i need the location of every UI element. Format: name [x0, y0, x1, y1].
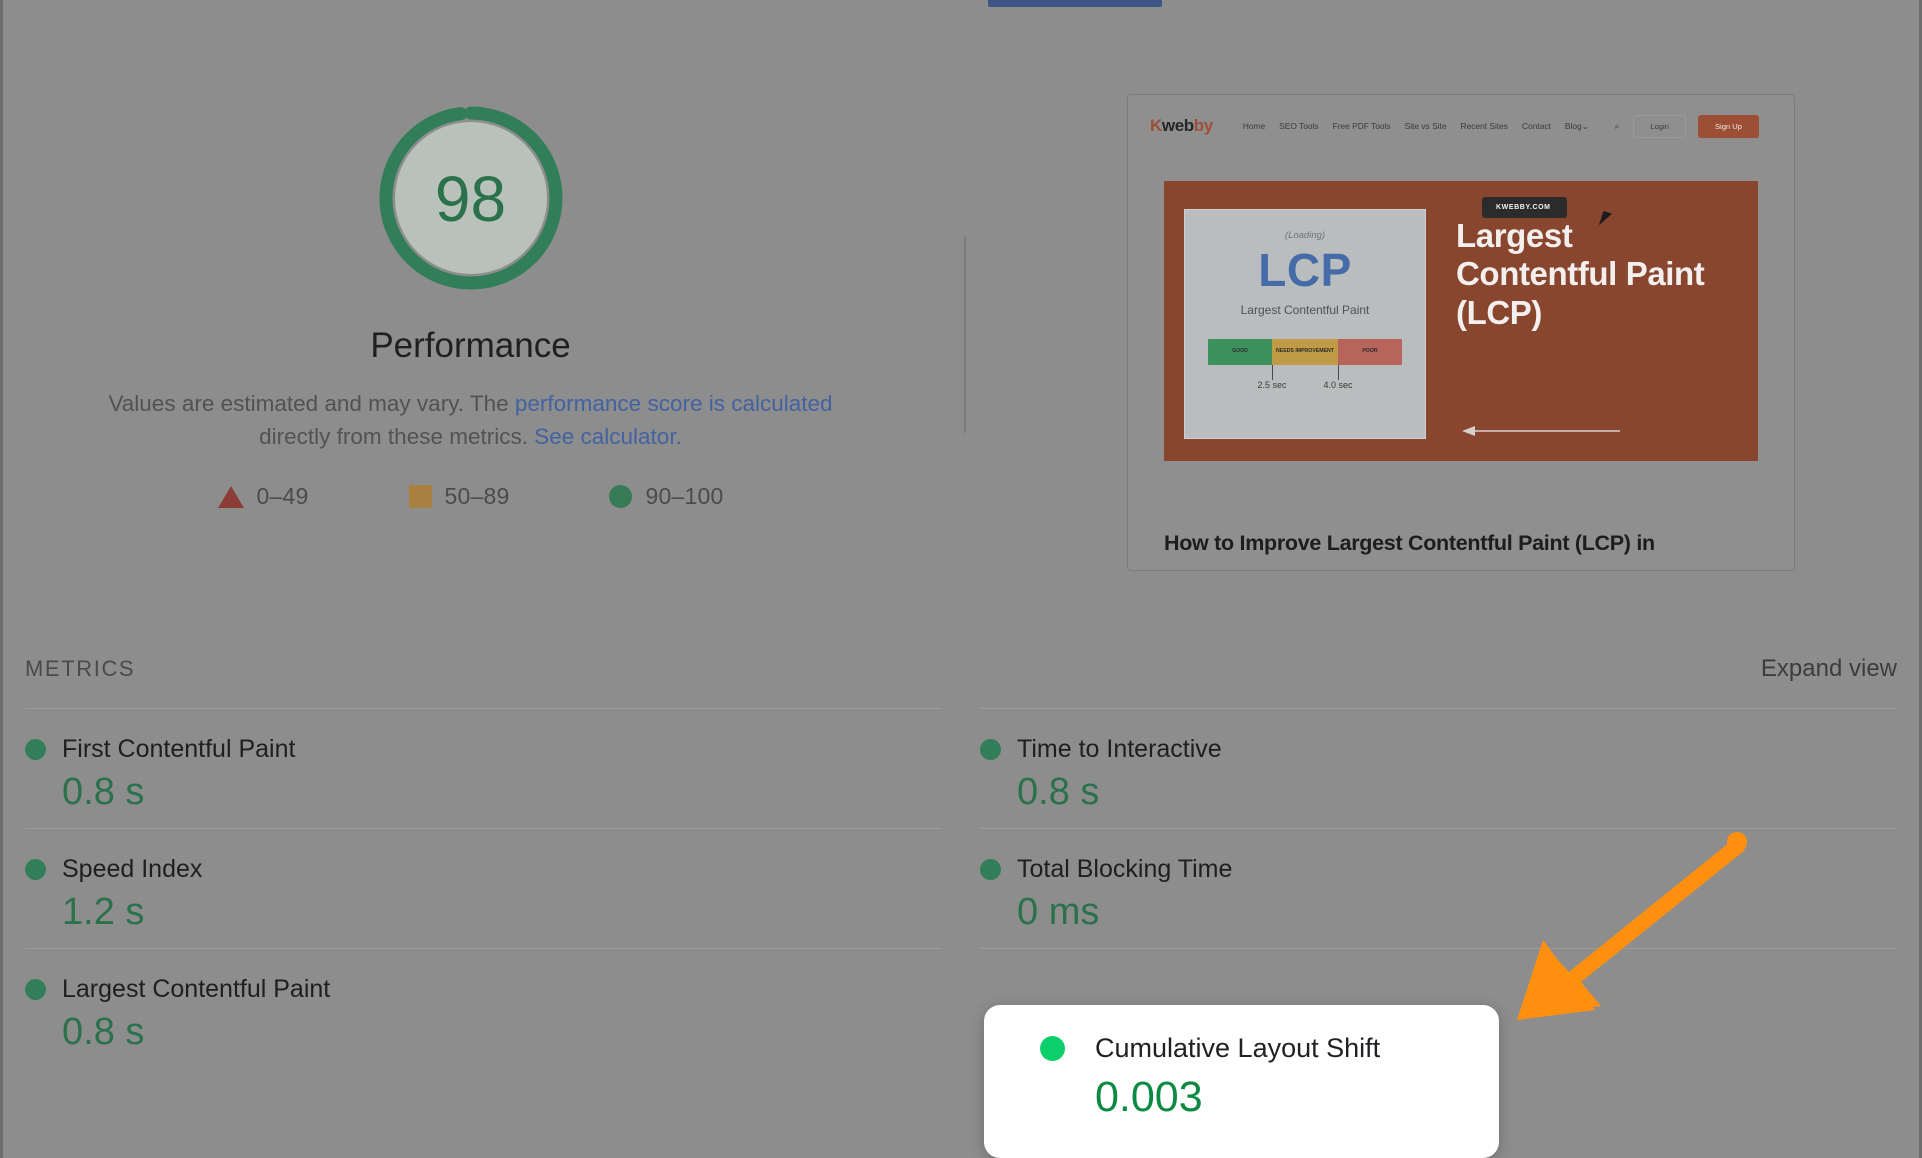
preview-navbar: Kwebby Home SEO Tools Free PDF Tools Sit…: [1128, 95, 1794, 157]
nav-link-site-vs-site: Site vs Site: [1404, 121, 1447, 131]
metric-value: 0.8 s: [62, 771, 145, 813]
metric-row[interactable]: Speed Index 1.2 s: [25, 828, 942, 948]
metric-label: Largest Contentful Paint: [62, 975, 331, 1003]
metric-row[interactable]: Time to Interactive 0.8 s: [980, 708, 1897, 828]
lcp-acronym: LCP: [1258, 244, 1352, 296]
lcp-illustration-card: (Loading) LCP Largest Contentful Paint G…: [1184, 209, 1426, 439]
metric-row[interactable]: First Contentful Paint 0.8 s: [25, 708, 942, 828]
page-content-layer: 98 Performance Values are estimated and …: [3, 0, 1919, 1158]
search-icon: ⌕: [1614, 120, 1620, 131]
metric-value: 1.2 s: [62, 891, 145, 933]
tick-label-2-5: 2.5 sec: [1257, 380, 1287, 390]
cumulative-layout-shift-callout[interactable]: Cumulative Layout Shift 0.003: [984, 1005, 1499, 1158]
lcp-subtitle: Largest Contentful Paint: [1240, 303, 1370, 317]
square-icon: [408, 485, 432, 509]
metrics-grid: First Contentful Paint 0.8 s Speed Index…: [25, 708, 1897, 1068]
triangle-icon: [217, 485, 244, 508]
metrics-section-title: METRICS: [25, 656, 136, 681]
tick-label-4-0: 4.0 sec: [1323, 380, 1353, 390]
circle-icon: [609, 485, 633, 509]
nav-link-free-pdf-tools: Free PDF Tools: [1332, 121, 1391, 131]
status-circle-icon: [1040, 1036, 1065, 1061]
pagespeed-report-screenshot: 98 Performance Values are estimated and …: [0, 0, 1922, 1158]
gauge-description-text-1: Values are estimated and may vary. The: [108, 391, 515, 416]
preview-signup-button: Sign Up: [1697, 114, 1759, 138]
final-screenshot-card[interactable]: Kwebby Home SEO Tools Free PDF Tools Sit…: [1127, 94, 1795, 571]
expand-view-button[interactable]: Expand view: [1761, 655, 1897, 683]
lcp-threshold-ticks: 2.5 sec 4.0 sec: [1208, 365, 1402, 399]
legend-item-poor: 0–49: [217, 483, 309, 510]
metric-label: Total Blocking Time: [1017, 855, 1233, 883]
legend-item-good: 90–100: [609, 483, 723, 510]
logo-web: web: [1161, 116, 1194, 135]
preview-nav-links: Home SEO Tools Free PDF Tools Site vs Si…: [1243, 121, 1620, 132]
status-circle-icon: [25, 739, 46, 760]
see-calculator-link[interactable]: See calculator.: [534, 424, 682, 449]
thumbnail-caption: How to Improve Largest Contentful Paint …: [1164, 531, 1655, 555]
legend-item-average: 50–89: [408, 483, 510, 510]
metric-label: Speed Index: [62, 855, 203, 883]
metric-value: 0 ms: [1017, 891, 1100, 933]
tick-line-4-0: [1338, 365, 1339, 380]
active-tab-indicator: [988, 0, 1162, 7]
logo-by: by: [1193, 116, 1213, 135]
metric-label: Time to Interactive: [1017, 735, 1222, 763]
gauge-description-text-2: directly from these metrics.: [259, 423, 535, 449]
legend-label-average: 50–89: [444, 483, 510, 510]
callout-metric-value: 0.003: [1095, 1073, 1203, 1121]
logo-k: K: [1150, 116, 1162, 135]
tick-line-2-5: [1272, 365, 1273, 380]
metric-row[interactable]: Total Blocking Time 0 ms: [980, 828, 1897, 948]
loading-label: (Loading): [1284, 230, 1326, 241]
status-circle-icon: [25, 859, 46, 880]
performance-score: 98: [434, 163, 507, 235]
metric-value: 0.8 s: [62, 1011, 145, 1053]
nav-link-home: Home: [1242, 121, 1266, 131]
nav-link-recent-sites: Recent Sites: [1460, 121, 1508, 131]
kwebby-watermark: KWEBBY.COM: [1482, 197, 1567, 218]
captured-page-preview: Kwebby Home SEO Tools Free PDF Tools Sit…: [1128, 95, 1794, 570]
metric-row[interactable]: Largest Contentful Paint 0.8 s: [25, 948, 942, 1068]
performance-score-link[interactable]: performance score is calculated: [515, 391, 833, 416]
page-title: Performance: [370, 326, 571, 365]
lcp-segment-good: GOOD: [1208, 339, 1273, 365]
kwebby-logo: Kwebby: [1150, 116, 1213, 136]
nav-link-blog: Blog⌄: [1564, 121, 1589, 131]
lcp-threshold-bar: GOOD NEEDS IMPROVEMENT POOR: [1208, 339, 1402, 365]
performance-gauge-block: 98 Performance Values are estimated and …: [3, 78, 938, 510]
nav-link-seo-tools: SEO Tools: [1279, 121, 1319, 131]
callout-metric-label: Cumulative Layout Shift: [1095, 1033, 1381, 1063]
section-divider: [964, 237, 966, 433]
hero-left-arrow-icon: [1462, 426, 1620, 436]
metric-value: 0.8 s: [1017, 771, 1100, 813]
legend-label-poor: 0–49: [256, 483, 309, 510]
score-legend: 0–49 50–89 90–100: [3, 483, 938, 510]
status-circle-icon: [980, 739, 1001, 760]
preview-login-button: Login: [1633, 114, 1686, 138]
status-circle-icon: [25, 979, 46, 1000]
gauge-description: Values are estimated and may vary. The p…: [71, 388, 871, 453]
legend-label-good: 90–100: [645, 483, 724, 510]
lcp-segment-poor: POOR: [1337, 339, 1402, 365]
metrics-header: METRICS Expand view: [25, 655, 1897, 683]
metric-label: First Contentful Paint: [62, 735, 296, 763]
performance-gauge[interactable]: 98: [373, 100, 569, 296]
metrics-column-left: First Contentful Paint 0.8 s Speed Index…: [25, 708, 942, 1068]
status-circle-icon: [980, 859, 1001, 880]
lcp-segment-needs-improvement: NEEDS IMPROVEMENT: [1272, 339, 1338, 365]
preview-hero-banner: (Loading) LCP Largest Contentful Paint G…: [1164, 181, 1758, 461]
hero-headline: Largest Contentful Paint (LCP): [1456, 217, 1705, 331]
nav-link-contact: Contact: [1522, 121, 1551, 131]
